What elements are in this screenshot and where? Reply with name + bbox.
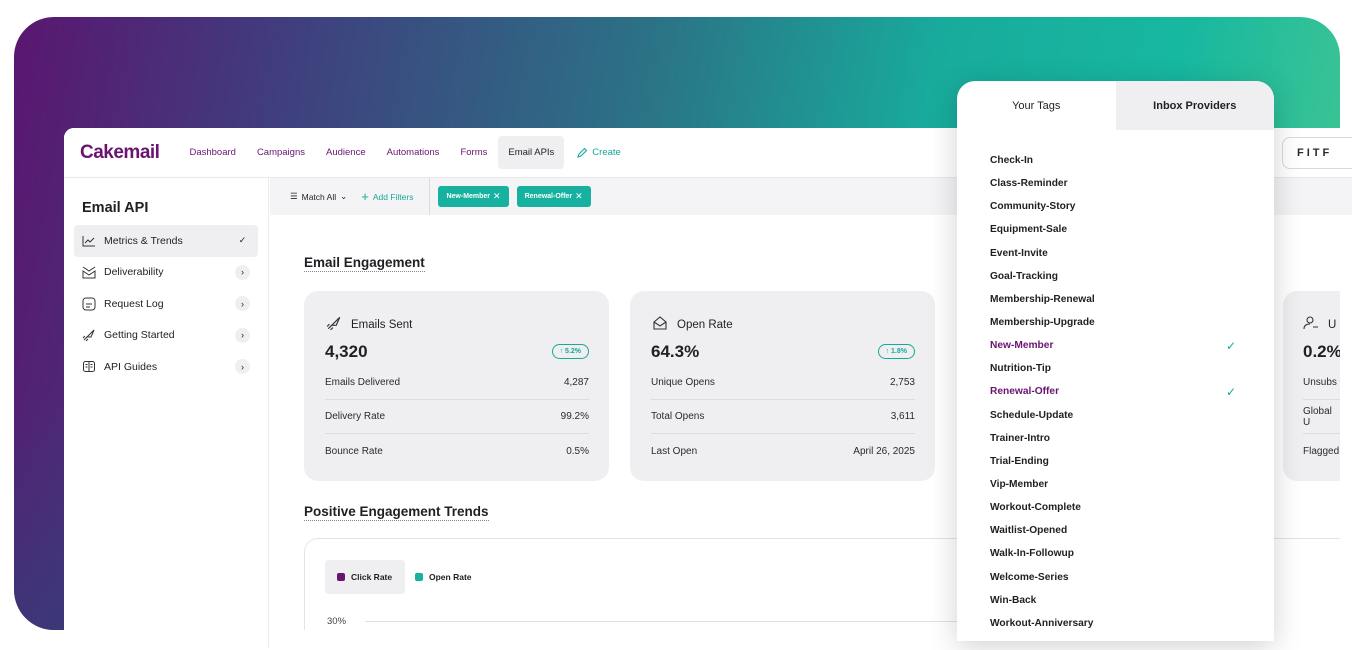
rocket-icon bbox=[82, 328, 96, 342]
nav-create-label: Create bbox=[592, 147, 621, 158]
sidebar-item-metrics[interactable]: Metrics & Trends ✓ bbox=[74, 225, 258, 257]
tag-option[interactable]: Trainer-Intro bbox=[957, 427, 1274, 450]
check-icon: ✓ bbox=[1225, 384, 1236, 399]
tag-option[interactable]: Renewal-Offer ✓ bbox=[957, 380, 1274, 403]
tag-label: Check-In bbox=[990, 155, 1034, 167]
tag-option[interactable]: Walk-In-Followup bbox=[957, 542, 1274, 565]
tag-option[interactable]: Class-Reminder bbox=[957, 172, 1274, 195]
book-icon bbox=[82, 360, 96, 374]
chevron-right-icon: › bbox=[235, 359, 250, 375]
nav-audience[interactable]: Audience bbox=[326, 147, 366, 158]
tag-label: Class-Reminder bbox=[990, 178, 1068, 190]
filter-chip-new-member[interactable]: New-Member ✕ bbox=[438, 186, 509, 207]
tag-label: Win-Back bbox=[990, 594, 1037, 606]
tag-option[interactable]: Membership-Renewal bbox=[957, 288, 1274, 311]
tag-option[interactable]: Equipment-Sale bbox=[957, 218, 1274, 241]
nav-dashboard[interactable]: Dashboard bbox=[189, 147, 235, 158]
tag-label: Trial-Ending bbox=[990, 455, 1049, 467]
tag-option[interactable]: Nutrition-Tip bbox=[957, 357, 1274, 380]
tags-dropdown: Your Tags Inbox Providers Check-In Class-… bbox=[957, 81, 1274, 641]
add-filters-button[interactable]: + Add Filters bbox=[361, 178, 431, 215]
tag-label: Goal-Tracking bbox=[990, 270, 1058, 282]
tag-option[interactable]: New-Member ✓ bbox=[957, 334, 1274, 357]
tag-option[interactable]: Trial-Ending bbox=[957, 450, 1274, 473]
logo[interactable]: Cakemail bbox=[80, 142, 160, 164]
tag-list: Check-In Class-Reminder Community-Story Equ… bbox=[957, 130, 1274, 635]
tag-label: Workout-Anniversary bbox=[990, 617, 1094, 629]
sidebar: Email API Metrics & Trends ✓ Deliverabil… bbox=[64, 178, 269, 648]
tag-option[interactable]: Membership-Upgrade bbox=[957, 311, 1274, 334]
close-icon[interactable]: ✕ bbox=[493, 191, 501, 202]
account-switcher[interactable]: FITF bbox=[1282, 137, 1352, 169]
nav-create-button[interactable]: Create bbox=[576, 147, 621, 159]
sidebar-item-label: Deliverability bbox=[104, 266, 164, 279]
check-icon: ✓ bbox=[1225, 338, 1236, 353]
tag-label: Membership-Renewal bbox=[990, 293, 1095, 305]
tag-option[interactable]: Workout-Anniversary bbox=[957, 612, 1274, 635]
tab-your-tags[interactable]: Your Tags bbox=[957, 81, 1116, 130]
tag-label: Community-Story bbox=[990, 201, 1076, 213]
sidebar-title: Email API bbox=[82, 200, 149, 216]
sidebar-item-api-guides[interactable]: API Guides › bbox=[74, 351, 258, 383]
chevron-right-icon: › bbox=[235, 327, 250, 343]
sidebar-item-label: Request Log bbox=[104, 297, 164, 310]
tag-option[interactable]: Welcome-Series bbox=[957, 566, 1274, 589]
check-icon: ✓ bbox=[238, 235, 247, 246]
chart-icon bbox=[82, 234, 96, 248]
tag-label: Trainer-Intro bbox=[990, 432, 1051, 444]
plus-icon: + bbox=[361, 189, 369, 204]
nav-email-apis[interactable]: Email APIs bbox=[498, 136, 565, 169]
tag-label: Welcome-Series bbox=[990, 571, 1069, 583]
filter-icon: ☰ bbox=[290, 191, 298, 201]
tag-label: Event-Invite bbox=[990, 247, 1048, 259]
tag-label: Equipment-Sale bbox=[990, 224, 1067, 236]
tag-option[interactable]: Schedule-Update bbox=[957, 404, 1274, 427]
add-filters-label: Add Filters bbox=[372, 191, 414, 202]
sidebar-item-label: API Guides bbox=[104, 360, 158, 373]
tab-inbox-providers[interactable]: Inbox Providers bbox=[1115, 81, 1274, 130]
nav-forms[interactable]: Forms bbox=[460, 147, 487, 158]
tag-label: Vip-Member bbox=[990, 479, 1049, 491]
match-all-label: Match All bbox=[301, 191, 337, 202]
nav-campaigns[interactable]: Campaigns bbox=[257, 147, 305, 158]
dropdown-tabs: Your Tags Inbox Providers bbox=[957, 81, 1274, 130]
tag-label: Walk-In-Followup bbox=[990, 548, 1074, 560]
tag-label: Schedule-Update bbox=[990, 409, 1074, 421]
chevron-down-icon: ⌄ bbox=[340, 191, 348, 201]
tag-option[interactable]: Waitlist-Opened bbox=[957, 519, 1274, 542]
chip-label: New-Member bbox=[446, 193, 491, 200]
tag-option[interactable]: Win-Back bbox=[957, 589, 1274, 612]
match-all-dropdown[interactable]: ☰ Match All ⌄ bbox=[290, 191, 347, 202]
inbox-icon bbox=[82, 265, 96, 279]
tag-label: New-Member bbox=[990, 340, 1054, 352]
tag-option[interactable]: Check-In bbox=[957, 149, 1274, 172]
sidebar-item-request-log[interactable]: Request Log › bbox=[74, 288, 258, 320]
sidebar-item-getting-started[interactable]: Getting Started › bbox=[74, 320, 258, 352]
tag-option[interactable]: Vip-Member bbox=[957, 473, 1274, 496]
tag-label: Waitlist-Opened bbox=[990, 525, 1068, 537]
tag-label: Renewal-Offer bbox=[990, 386, 1060, 398]
chevron-right-icon: › bbox=[235, 264, 250, 280]
log-icon bbox=[82, 297, 96, 311]
sidebar-item-deliverability[interactable]: Deliverability › bbox=[74, 257, 258, 289]
nav-automations[interactable]: Automations bbox=[387, 147, 440, 158]
sidebar-item-label: Metrics & Trends bbox=[104, 234, 183, 247]
tag-label: Membership-Upgrade bbox=[990, 317, 1095, 329]
tag-option[interactable]: Workout-Complete bbox=[957, 496, 1274, 519]
chevron-right-icon: › bbox=[235, 296, 250, 312]
close-icon[interactable]: ✕ bbox=[575, 191, 583, 202]
tag-option[interactable]: Community-Story bbox=[957, 195, 1274, 218]
filter-chip-renewal-offer[interactable]: Renewal-Offer ✕ bbox=[516, 186, 591, 207]
pencil-icon bbox=[577, 147, 588, 158]
tag-option[interactable]: Event-Invite bbox=[957, 242, 1274, 265]
sidebar-item-label: Getting Started bbox=[104, 329, 175, 342]
tag-label: Workout-Complete bbox=[990, 502, 1081, 514]
tag-label: Nutrition-Tip bbox=[990, 363, 1051, 375]
tag-option[interactable]: Goal-Tracking bbox=[957, 265, 1274, 288]
chip-label: Renewal-Offer bbox=[524, 193, 573, 200]
